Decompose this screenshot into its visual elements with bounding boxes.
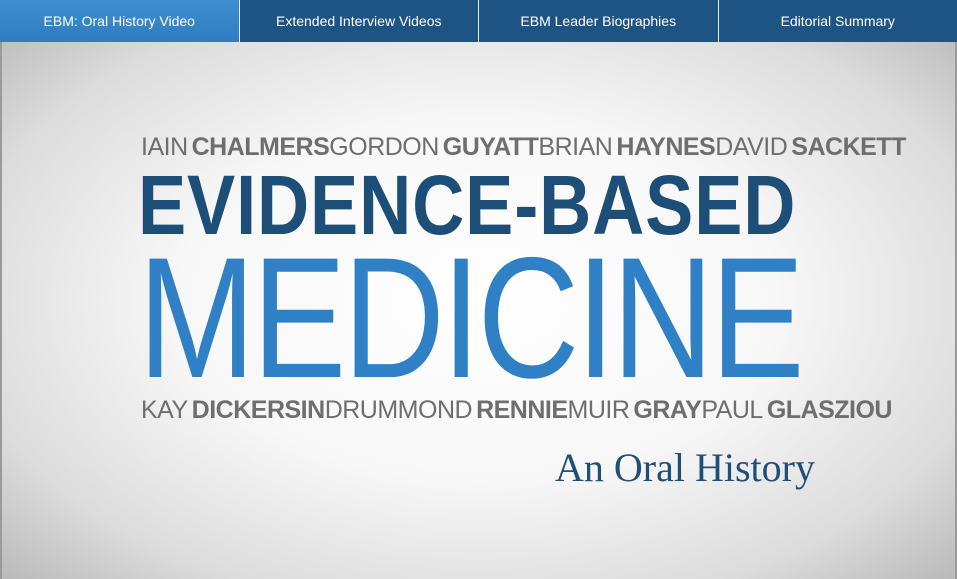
tab-bar: EBM: Oral History Video Extended Intervi… bbox=[0, 0, 957, 42]
hero-banner: IAIN CHALMERS GORDON GUYATT BRIAN HAYNES DA… bbox=[0, 42, 957, 579]
last-name: GRAY bbox=[633, 396, 702, 424]
first-name: DRUMMOND bbox=[324, 396, 473, 424]
person-name: KAY DICKERSIN bbox=[141, 396, 325, 425]
bottom-names-row: KAY DICKERSIN DRUMMOND RENNIE MUIR GRAY PAU… bbox=[141, 396, 892, 425]
tab-editorial-summary[interactable]: Editorial Summary bbox=[718, 0, 957, 42]
last-name: DICKERSIN bbox=[191, 396, 326, 424]
person-name: DRUMMOND RENNIE bbox=[325, 396, 568, 425]
tab-ebm-oral-history-video[interactable]: EBM: Oral History Video bbox=[0, 0, 240, 42]
subtitle-oral-history: An Oral History bbox=[555, 445, 815, 490]
last-name: GLASZIOU bbox=[766, 396, 893, 424]
tab-ebm-leader-biographies[interactable]: EBM Leader Biographies bbox=[479, 0, 719, 42]
person-name: PAUL GLASZIOU bbox=[701, 396, 892, 425]
title-medicine: MEDICINE bbox=[138, 222, 805, 414]
first-name: BRIAN bbox=[538, 133, 613, 161]
first-name: IAIN bbox=[141, 133, 188, 161]
first-name: KAY bbox=[141, 396, 188, 424]
first-name: PAUL bbox=[701, 396, 763, 424]
last-name: RENNIE bbox=[476, 396, 568, 424]
first-name: GORDON bbox=[329, 133, 439, 161]
first-name: MUIR bbox=[567, 396, 630, 424]
tab-extended-interview-videos[interactable]: Extended Interview Videos bbox=[239, 0, 479, 42]
first-name: DAVID bbox=[715, 133, 788, 161]
last-name: SACKETT bbox=[791, 133, 906, 161]
person-name: MUIR GRAY bbox=[568, 396, 702, 425]
last-name: HAYNES bbox=[616, 133, 716, 161]
last-name: GUYATT bbox=[442, 133, 539, 161]
last-name: CHALMERS bbox=[191, 133, 330, 161]
